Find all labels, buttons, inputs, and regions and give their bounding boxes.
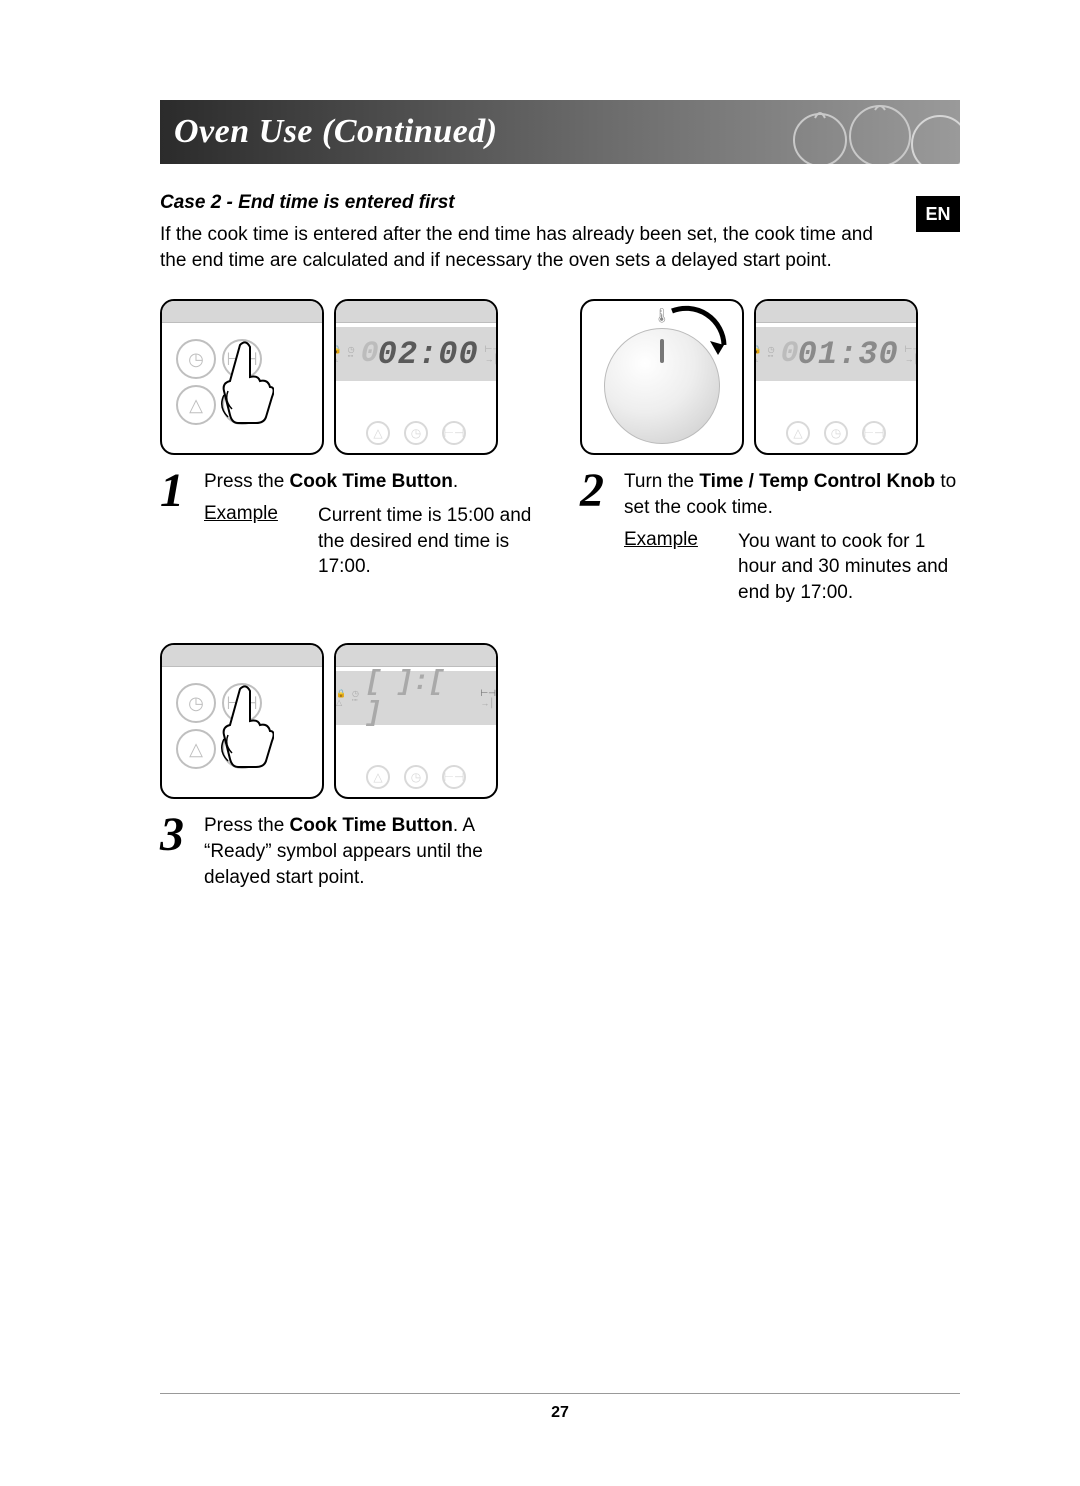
manual-page: Oven Use (Continued) EN Case 2 - End tim… [0,0,1080,1486]
mini-clock-icon: ◷ [404,765,428,789]
step-text-bold: Cook Time Button [290,815,453,836]
step-text-post: . [453,471,458,492]
step-1: ◷ ⊢⊣ △ →⎮ 🔒△ ◷"" 002:00 [160,299,540,605]
display-panel-illustration: 🔒△ ◷"" 002:00 ⊢⊣→⎮ △ ◷ ⊢⊣ [334,299,498,455]
clock-button-icon: ◷ [176,683,216,723]
example-text: You want to cook for 1 hour and 30 minut… [738,529,960,606]
step-number: 1 [160,469,194,512]
decorative-vegetable-icon [700,100,960,164]
section-title: Oven Use (Continued) [160,113,498,151]
step-instruction: Turn the Time / Temp Control Knob to set… [624,469,960,520]
step-instruction: Press the Cook Time Button. A “Ready” sy… [204,813,540,890]
step-2-panels: 🌡 🔒△ ◷"" 001:30 ⊢⊣→⎮ [580,299,960,455]
case-intro: If the cook time is entered after the en… [160,222,900,273]
display-value: [ ]:[ ] [365,667,474,729]
mini-bell-icon: △ [366,421,390,445]
mini-bell-icon: △ [786,421,810,445]
bell-button-icon: △ [176,385,216,425]
step-3: ◷ ⊢⊣ △ →⎮ 🔒△ ◷"" [ ]:[ ] [160,643,540,890]
display-panel-illustration: 🔒△ ◷"" 001:30 ⊢⊣→⎮ △ ◷ ⊢⊣ [754,299,918,455]
case-title: Case 2 - End time is entered first [160,192,960,214]
knob-panel-illustration: 🌡 [580,299,744,455]
control-panel-illustration: ◷ ⊢⊣ △ →⎮ [160,299,324,455]
step-text-pre: Turn the [624,471,699,492]
example-label: Example [624,529,714,606]
mini-bell-icon: △ [366,765,390,789]
clock-button-icon: ◷ [176,339,216,379]
mini-cooktime-icon: ⊢⊣ [862,421,886,445]
display-panel-illustration: 🔒△ ◷"" [ ]:[ ] ⊢⊣→⎮ △ ◷ ⊢⊣ [334,643,498,799]
mini-cooktime-icon: ⊢⊣ [442,765,466,789]
mini-clock-icon: ◷ [404,421,428,445]
step-3-panels: ◷ ⊢⊣ △ →⎮ 🔒△ ◷"" [ ]:[ ] [160,643,540,799]
display-value: 02:00 [378,336,479,373]
language-badge: EN [916,196,960,232]
control-panel-illustration: ◷ ⊢⊣ △ →⎮ [160,643,324,799]
step-text-pre: Press the [204,815,290,836]
bell-button-icon: △ [176,729,216,769]
steps-grid: ◷ ⊢⊣ △ →⎮ 🔒△ ◷"" 002:00 [160,299,960,890]
rotate-arrow-icon [664,305,734,365]
section-title-bar: Oven Use (Continued) [160,100,960,164]
mini-clock-icon: ◷ [824,421,848,445]
finger-press-icon [218,685,274,769]
step-instruction: Press the Cook Time Button. [204,469,540,495]
step-2: 🌡 🔒△ ◷"" 001:30 ⊢⊣→⎮ [580,299,960,605]
finger-press-icon [218,341,274,425]
step-text-bold: Cook Time Button [290,471,453,492]
display-value: 01:30 [798,336,899,373]
page-number: 27 [551,1404,569,1421]
example-label: Example [204,503,294,580]
example-text: Current time is 15:00 and the desired en… [318,503,540,580]
mini-cooktime-icon: ⊢⊣ [442,421,466,445]
step-1-panels: ◷ ⊢⊣ △ →⎮ 🔒△ ◷"" 002:00 [160,299,540,455]
step-number: 2 [580,469,614,512]
page-footer: 27 [160,1393,960,1422]
step-number: 3 [160,813,194,856]
step-text-bold: Time / Temp Control Knob [699,471,935,492]
step-text-pre: Press the [204,471,290,492]
